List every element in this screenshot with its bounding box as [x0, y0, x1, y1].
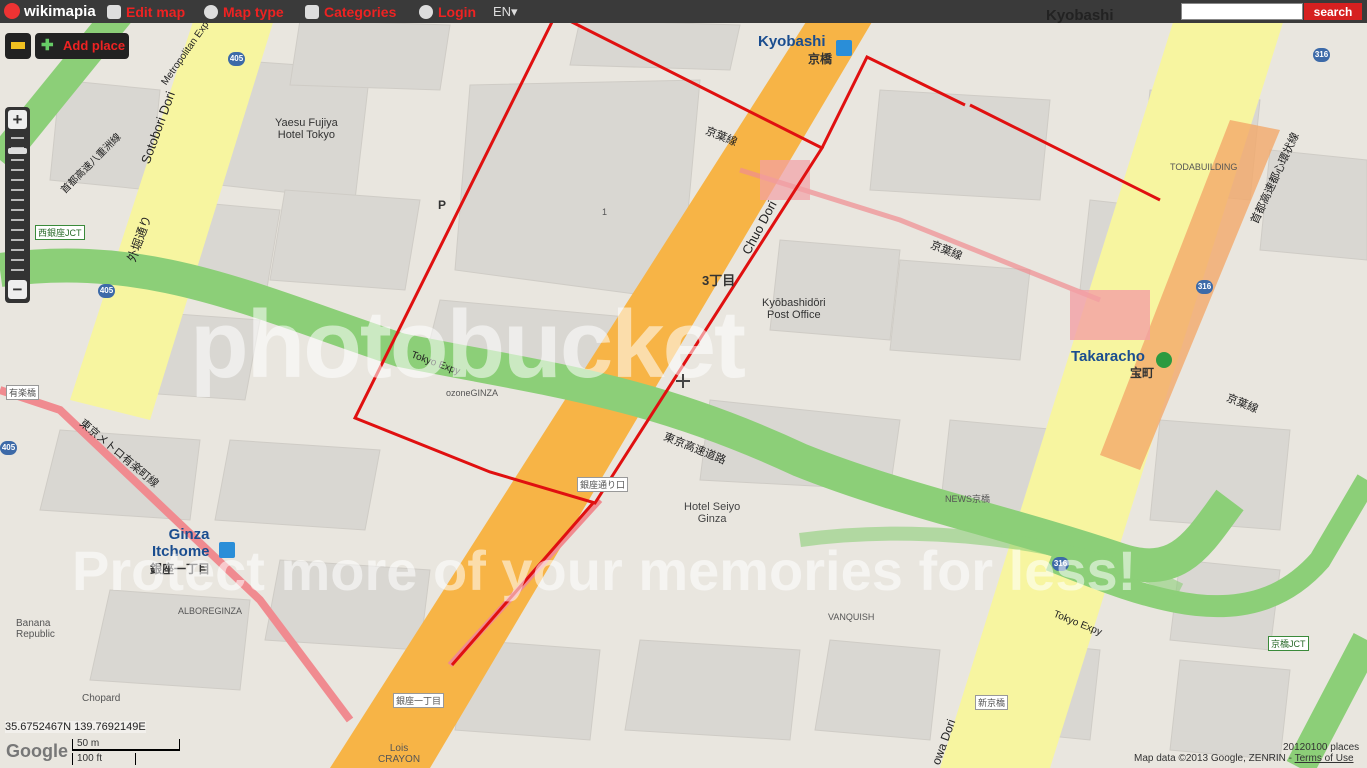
poi-label-vanquish[interactable]: VANQUISH — [828, 612, 874, 622]
zoom-tick — [11, 239, 24, 241]
zoom-control: + − — [5, 107, 30, 303]
top-toolbar: wikimapia Edit map Map type Categories L… — [0, 0, 1367, 24]
route-shield-405: 405 — [0, 441, 17, 455]
user-icon — [419, 5, 433, 19]
edit-map-label: Edit map — [126, 4, 186, 20]
zoom-in-button[interactable]: + — [8, 110, 27, 129]
compass-icon — [204, 5, 218, 19]
zoom-tick — [11, 159, 24, 161]
zoom-tick — [11, 249, 24, 251]
parking-icon: P — [438, 198, 447, 212]
zoom-tick — [11, 189, 24, 191]
login-label: Login — [438, 4, 477, 20]
map-attribution: Map data ©2013 Google, ZENRIN - Terms of… — [1134, 753, 1354, 764]
ruler-tool-button[interactable] — [5, 33, 31, 59]
route-shield-316: 316 — [1313, 48, 1330, 62]
attribution-text: Map data ©2013 Google, ZENRIN — [1134, 753, 1286, 764]
map-type-button[interactable]: Map type — [204, 3, 284, 21]
district-label: 3丁目 — [702, 273, 736, 288]
poi-label-shinkyobashi[interactable]: 新京橋 — [975, 695, 1009, 710]
zoom-tick — [11, 259, 24, 261]
station-label-kyobashi-ja: 京橋 — [808, 52, 833, 66]
poi-label-ginza-icchome-exit[interactable]: 銀座一丁目 — [393, 693, 445, 708]
categories-button[interactable]: Categories — [305, 3, 396, 21]
language-selector[interactable]: EN▾ — [493, 4, 518, 20]
station-label-kyobashi[interactable]: Kyobashi — [758, 33, 826, 50]
edit-map-button[interactable]: Edit map — [107, 3, 185, 21]
subway-station-icon[interactable] — [1156, 352, 1172, 368]
watermark-slogan: Protect more of your memories for less! — [72, 539, 1137, 602]
cursor-coordinates: 35.6752467N 139.7692149E — [5, 721, 146, 733]
poi-label-yurakubashi[interactable]: 有楽橋 — [6, 385, 40, 400]
poi-label-yaesu-fujiya[interactable]: Yaesu Fujiya Hotel Tokyo — [275, 117, 338, 141]
metro-station-icon[interactable] — [836, 40, 852, 56]
wikimapia-logo[interactable]: wikimapia — [4, 2, 96, 22]
zoom-tick — [11, 229, 24, 231]
route-shield-405: 405 — [98, 284, 115, 298]
edit-icon — [107, 5, 121, 19]
zoom-tick — [11, 199, 24, 201]
poi-label-banana-republic[interactable]: Banana Republic — [16, 618, 55, 640]
categories-icon — [305, 5, 319, 19]
route-shield-405: 405 — [228, 52, 245, 66]
poi-label-chopard[interactable]: Chopard — [82, 693, 120, 704]
wikimapia-logo-icon — [4, 3, 20, 19]
google-logo[interactable]: Google — [6, 741, 68, 762]
junction-label-nishiginza: 西銀座JCT — [35, 225, 85, 240]
poi-label-ginza-dori-guchi[interactable]: 銀座通り口 — [577, 477, 629, 492]
map-type-label: Map type — [223, 4, 284, 20]
search-input[interactable] — [1181, 3, 1303, 20]
logo-text: wikimapia — [24, 3, 96, 20]
junction-label-kyobashi: 京橋JCT — [1268, 636, 1309, 651]
add-place-button[interactable]: ✚ Add place — [35, 33, 129, 59]
current-place-name: Kyobashi — [1046, 7, 1114, 24]
zoom-tick — [11, 209, 24, 211]
block-number-label: 1 — [602, 207, 608, 217]
zoom-slider-thumb[interactable] — [8, 148, 27, 154]
poi-label-alboreginza[interactable]: ALBOREGINZA — [178, 606, 242, 616]
search-button[interactable]: search — [1304, 3, 1362, 20]
scale-bar-imperial: 100 ft — [72, 753, 136, 765]
scale-bar-metric: 50 m — [72, 739, 180, 751]
ruler-icon — [11, 42, 25, 49]
poi-label-hotel-seiyo[interactable]: Hotel Seiyo Ginza — [684, 501, 740, 525]
login-button[interactable]: Login — [419, 3, 476, 21]
terms-of-use-link[interactable]: Terms of Use — [1295, 753, 1354, 764]
station-label-takaracho-ja: 宝町 — [1130, 366, 1155, 380]
poi-label-kyobashidori-po[interactable]: Kyōbashidōri Post Office — [762, 297, 826, 321]
watermark-photobucket: photobucket — [190, 291, 746, 398]
add-place-icon: ✚ — [41, 37, 54, 54]
zoom-tick — [11, 219, 24, 221]
zoom-tick — [11, 179, 24, 181]
poi-label-lois-crayon[interactable]: Lois CRAYON — [378, 743, 420, 765]
crosshair-icon — [676, 374, 690, 388]
places-count: 20120100 places — [1283, 742, 1360, 753]
zoom-tick — [11, 169, 24, 171]
zoom-tick — [11, 137, 24, 139]
add-place-label: Add place — [63, 38, 126, 53]
zoom-tick — [11, 269, 24, 271]
zoom-out-button[interactable]: − — [8, 280, 27, 299]
categories-label: Categories — [324, 4, 397, 20]
poi-label-news-kyobashi[interactable]: NEWS京橋 — [945, 492, 990, 505]
poi-label-todabuilding[interactable]: TODABUILDING — [1170, 162, 1237, 172]
station-label-takaracho[interactable]: Takaracho — [1071, 348, 1145, 365]
route-shield-316: 316 — [1196, 280, 1213, 294]
